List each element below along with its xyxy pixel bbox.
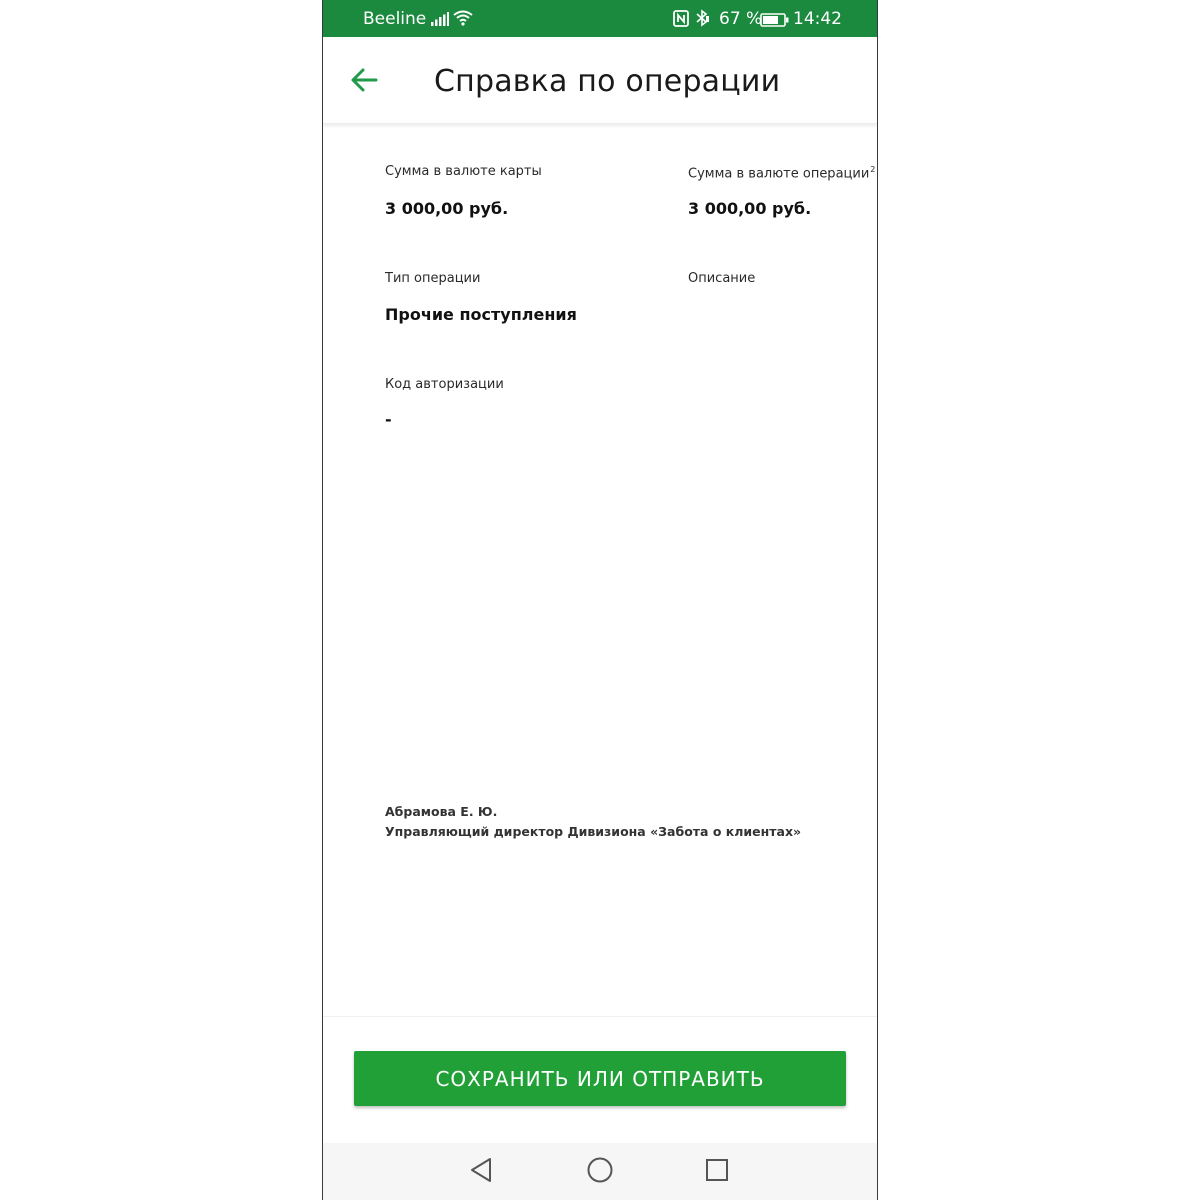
signal-icon	[431, 11, 449, 31]
operation-currency-label: Сумма в валюте операции	[688, 166, 870, 182]
battery-percent: 67 %	[719, 9, 763, 29]
card-currency-value: 3 000,00 руб.	[385, 199, 509, 218]
operation-currency-label-group: Сумма в валюте операции2	[688, 165, 875, 181]
operation-type-value: Прочие поступления	[385, 305, 577, 324]
clock-time: 14:42	[793, 9, 842, 29]
wifi-icon	[453, 10, 473, 31]
back-button[interactable]	[349, 65, 383, 95]
status-bar: Beeline 67 % 14:42	[323, 0, 877, 37]
description-label: Описание	[688, 271, 756, 286]
battery-icon	[760, 12, 790, 32]
footnote-marker: 2	[870, 165, 876, 174]
operation-currency-value: 3 000,00 руб.	[688, 199, 812, 218]
nav-home-icon[interactable]	[586, 1156, 614, 1189]
signatory-role: Управляющий директор Дивизиона «Забота о…	[385, 824, 802, 839]
nav-recent-icon[interactable]	[705, 1158, 729, 1187]
carrier-name: Beeline	[363, 9, 427, 29]
auth-code-label: Код авторизации	[385, 377, 504, 392]
arrow-left-icon	[351, 68, 378, 92]
nav-back-icon[interactable]	[468, 1156, 494, 1189]
bluetooth-icon	[695, 9, 709, 32]
save-or-send-button[interactable]: СОХРАНИТЬ ИЛИ ОТПРАВИТЬ	[354, 1051, 846, 1106]
divider	[323, 1016, 877, 1017]
app-bar: Справка по операции	[323, 37, 877, 124]
nfc-icon	[673, 10, 689, 32]
auth-code-value: -	[385, 410, 392, 429]
page-title: Справка по операции	[434, 64, 781, 99]
signatory-name: Абрамова Е. Ю.	[385, 804, 498, 819]
phone-screen: Beeline 67 % 14:42 Справка по операции С…	[322, 0, 878, 1200]
system-nav-bar	[323, 1143, 877, 1200]
card-currency-label: Сумма в валюте карты	[385, 164, 542, 179]
operation-type-label: Тип операции	[385, 271, 481, 286]
